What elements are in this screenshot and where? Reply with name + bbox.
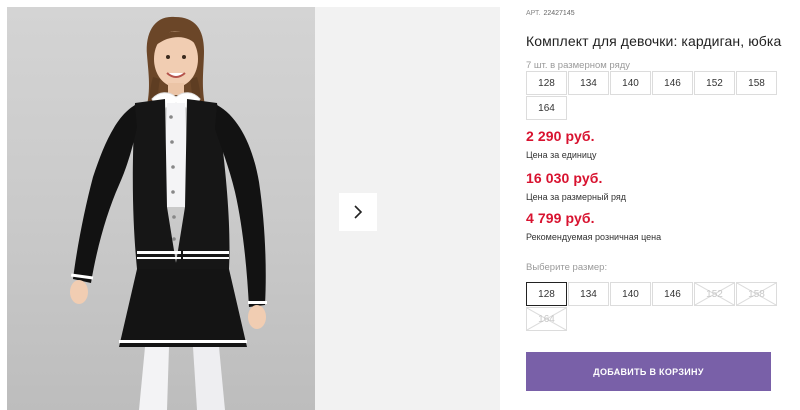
size-row-cell: 158 (736, 71, 777, 95)
chevron-right-icon (354, 205, 363, 219)
size-option: 158 (736, 282, 777, 306)
row-price: 16 030 руб. (526, 170, 603, 186)
product-photo (7, 7, 315, 410)
unit-price: 2 290 руб. (526, 128, 595, 144)
retail-price: 4 799 руб. (526, 210, 595, 226)
size-select-grid: 128 134 140 146 152 158 164 (526, 282, 779, 332)
article-label: АРТ. (526, 10, 541, 17)
add-to-cart-button[interactable]: ДОБАВИТЬ В КОРЗИНУ (526, 352, 771, 391)
retail-price-caption: Рекомендуемая розничная цена (526, 232, 662, 242)
size-row-cell: 164 (526, 96, 567, 120)
size-option: 164 (526, 307, 567, 331)
size-row-cell: 128 (526, 71, 567, 95)
size-option[interactable]: 146 (652, 282, 693, 306)
size-option[interactable]: 140 (610, 282, 651, 306)
size-option: 152 (694, 282, 735, 306)
girl-in-school-uniform-illustration (70, 16, 267, 410)
size-select-label: Выберите размер: (526, 262, 608, 273)
size-option[interactable]: 134 (568, 282, 609, 306)
unit-price-caption: Цена за единицу (526, 150, 597, 160)
size-row-cell: 146 (652, 71, 693, 95)
size-row-cell: 140 (610, 71, 651, 95)
row-price-caption: Цена за размерный ряд (526, 192, 627, 202)
pack-quantity-info: 7 шт. в размерном ряду (526, 60, 631, 71)
size-row-cell: 134 (568, 71, 609, 95)
size-row-grid: 128 134 140 146 152 158 164 (526, 71, 779, 121)
next-image-button[interactable] (339, 193, 377, 231)
size-option[interactable]: 128 (526, 282, 567, 306)
product-info: АРТ. 22427145 Комплект для девочки: карди… (526, 0, 800, 410)
article-number: АРТ. 22427145 (526, 10, 575, 17)
size-row-cell: 152 (694, 71, 735, 95)
product-gallery (0, 0, 500, 410)
product-title: Комплект для девочки: кардиган, юбка (526, 33, 782, 49)
article-value: 22427145 (543, 10, 575, 17)
